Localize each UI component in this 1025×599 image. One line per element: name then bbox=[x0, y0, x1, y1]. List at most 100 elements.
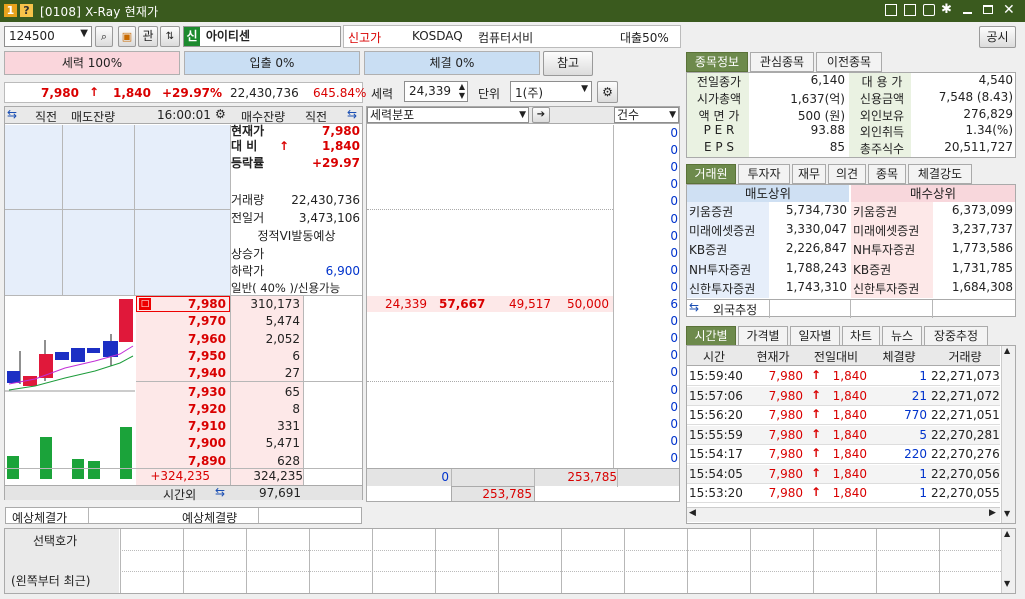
ask-price[interactable]: 7,890 bbox=[136, 454, 226, 468]
ask-price[interactable]: 7,980 bbox=[136, 297, 226, 311]
folder-icon[interactable]: ▣ bbox=[118, 26, 136, 47]
info-value: 7,548 (8.43) bbox=[938, 89, 1013, 104]
close-icon[interactable]: ✕ bbox=[1003, 2, 1015, 18]
link-icon[interactable] bbox=[885, 4, 897, 16]
tab-time-1[interactable]: 가격별 bbox=[738, 326, 788, 346]
tab-time-0[interactable]: 시간별 bbox=[686, 326, 736, 346]
buy-broker-name[interactable]: NH투자증권 bbox=[853, 241, 915, 258]
tab-broker-0[interactable]: 거래원 bbox=[686, 164, 736, 184]
maximize-icon[interactable] bbox=[983, 5, 993, 14]
count-value: 0 bbox=[670, 279, 678, 294]
tab-broker-2[interactable]: 재무 bbox=[792, 164, 826, 184]
minimize-icon[interactable] bbox=[963, 12, 972, 14]
search-icon[interactable]: ⌕ bbox=[95, 26, 113, 47]
arrow-right-icon[interactable]: ➔ bbox=[532, 107, 550, 123]
tab-broker-5[interactable]: 체결강도 bbox=[908, 164, 972, 184]
chevron-down-icon: ▼ bbox=[669, 110, 676, 120]
gear-icon[interactable]: ⚙ bbox=[215, 107, 226, 121]
count-select[interactable]: 건수 ▼ bbox=[614, 107, 679, 123]
scroll-right-icon[interactable]: ▶ bbox=[989, 508, 996, 518]
sell-broker-name[interactable]: NH투자증권 bbox=[689, 261, 751, 278]
force-input[interactable]: 24,339 ▲ ▼ bbox=[404, 81, 468, 102]
kwan-button[interactable]: 관 bbox=[138, 26, 158, 47]
tab-watchlist[interactable]: 관심종목 bbox=[750, 52, 814, 72]
save-icon[interactable] bbox=[904, 4, 916, 16]
info-label: 총주식수 bbox=[859, 142, 905, 157]
settings-gear-icon[interactable]: ⚙ bbox=[597, 81, 618, 103]
gongsi-button[interactable]: 공시 bbox=[979, 26, 1016, 48]
buy-broker-name[interactable]: KB증권 bbox=[853, 261, 891, 278]
unit-label: 단위 bbox=[478, 87, 501, 101]
tab-broker-1[interactable]: 투자자 bbox=[738, 164, 790, 184]
ticks-hscroll[interactable]: ◀ ▶ bbox=[687, 507, 1000, 522]
window-title: [0108] X-Ray 현재가 bbox=[40, 5, 159, 19]
after-hours-row: 시간외 ⇆ 97,691 bbox=[5, 485, 362, 502]
swap-icon[interactable]: ⇆ bbox=[347, 107, 357, 121]
help-icon[interactable]: ? bbox=[20, 4, 33, 17]
sell-broker-value: 1,788,243 bbox=[785, 260, 847, 275]
tab-time-4[interactable]: 뉴스 bbox=[882, 326, 922, 346]
bottom-scrollbar[interactable]: ▲ ▼ bbox=[1001, 529, 1015, 593]
ask-price[interactable]: 7,930 bbox=[136, 385, 226, 399]
force-dist-row: 24,339 57,667 49,517 50,000 bbox=[367, 296, 613, 312]
scroll-up-icon[interactable]: ▲ bbox=[1004, 529, 1010, 538]
info-label: 대 용 가 bbox=[861, 75, 903, 89]
unit-select[interactable]: 1(주) ▼ bbox=[510, 81, 592, 102]
info-value: 276,829 bbox=[963, 106, 1013, 121]
tab-time-3[interactable]: 차트 bbox=[842, 326, 880, 346]
ask-price[interactable]: 7,950 bbox=[136, 349, 226, 363]
tick-row: 15:53:20 7,980 ↑ 1,840 1 22,270,055 bbox=[687, 484, 1000, 503]
tab-time-2[interactable]: 일자별 bbox=[790, 326, 840, 346]
ask-price[interactable]: 7,970 bbox=[136, 314, 226, 328]
ask-price[interactable]: 7,910 bbox=[136, 419, 226, 433]
tab-time-5[interactable]: 장중추정 bbox=[924, 326, 988, 346]
updown-icon[interactable]: ⇅ bbox=[160, 26, 180, 47]
reference-button[interactable]: 참고 bbox=[543, 51, 593, 76]
ticks-scrollbar[interactable]: ▲ ▼ bbox=[1001, 346, 1015, 523]
tick-row: 15:56:20 7,980 ↑ 1,840 770 22,271,051 bbox=[687, 406, 1000, 425]
after-hours-value: 97,691 bbox=[259, 486, 301, 500]
count-header: 건수 bbox=[617, 108, 640, 122]
credit-badge: 신 bbox=[184, 27, 200, 46]
ask-area bbox=[5, 125, 231, 295]
sell-broker-value: 3,330,047 bbox=[785, 222, 847, 237]
swap-icon[interactable]: ⇆ bbox=[215, 485, 225, 499]
ask-price[interactable]: 7,900 bbox=[136, 436, 226, 450]
scroll-up-icon[interactable]: ▲ bbox=[1004, 346, 1010, 355]
sell-broker-name[interactable]: 미래에셋증권 bbox=[689, 222, 755, 239]
stock-name-box[interactable]: 신 아이티센 bbox=[183, 26, 341, 47]
info-volume: 22,430,736 bbox=[291, 193, 360, 207]
force-dist-select[interactable]: 세력분포 ▼ bbox=[367, 107, 529, 123]
camera-icon[interactable] bbox=[923, 4, 935, 16]
sell-broker-name[interactable]: 신한투자증권 bbox=[689, 280, 755, 297]
buy-broker-name[interactable]: 신한투자증권 bbox=[853, 280, 919, 297]
quote-change: 1,840 bbox=[113, 86, 151, 100]
info-label-change: 대 비 bbox=[231, 139, 258, 153]
scroll-left-icon[interactable]: ◀ bbox=[689, 508, 696, 518]
sell-broker-name[interactable]: 키움증권 bbox=[689, 203, 733, 220]
info-label: 전일종가 bbox=[696, 75, 742, 89]
spinner-icon[interactable]: ▲ ▼ bbox=[459, 82, 465, 100]
buy-broker-name[interactable]: 미래에셋증권 bbox=[853, 222, 919, 239]
tab-stock-info[interactable]: 종목정보 bbox=[686, 52, 748, 72]
gear-icon[interactable]: ✱ bbox=[941, 2, 952, 17]
tick-time: 15:54:05 bbox=[689, 466, 743, 481]
tab-broker-4[interactable]: 종목 bbox=[868, 164, 906, 184]
tick-cumulative: 22,270,276 bbox=[931, 447, 1000, 461]
swap-icon[interactable]: ⇆ bbox=[7, 107, 17, 121]
tick-change: 1,840 bbox=[832, 408, 867, 422]
tab-broker-3[interactable]: 의견 bbox=[828, 164, 866, 184]
scroll-down-icon[interactable]: ▼ bbox=[1004, 509, 1010, 518]
ask-price[interactable]: 7,940 bbox=[136, 366, 226, 380]
stock-code-input[interactable]: 124500 ▼ bbox=[4, 26, 92, 47]
ask-price[interactable]: 7,960 bbox=[136, 332, 226, 346]
tab-prev-stocks[interactable]: 이전종목 bbox=[816, 52, 882, 72]
quote-turnover: 645.84% bbox=[313, 86, 367, 100]
ask-price[interactable]: 7,920 bbox=[136, 402, 226, 416]
buy-broker-name[interactable]: 키움증권 bbox=[853, 203, 897, 220]
chevron-down-icon[interactable]: ▼ bbox=[80, 28, 88, 39]
sell-broker-name[interactable]: KB증권 bbox=[689, 241, 727, 258]
candle bbox=[119, 299, 133, 342]
scroll-down-icon[interactable]: ▼ bbox=[1004, 579, 1010, 588]
swap-icon[interactable]: ⇆ bbox=[689, 300, 699, 314]
